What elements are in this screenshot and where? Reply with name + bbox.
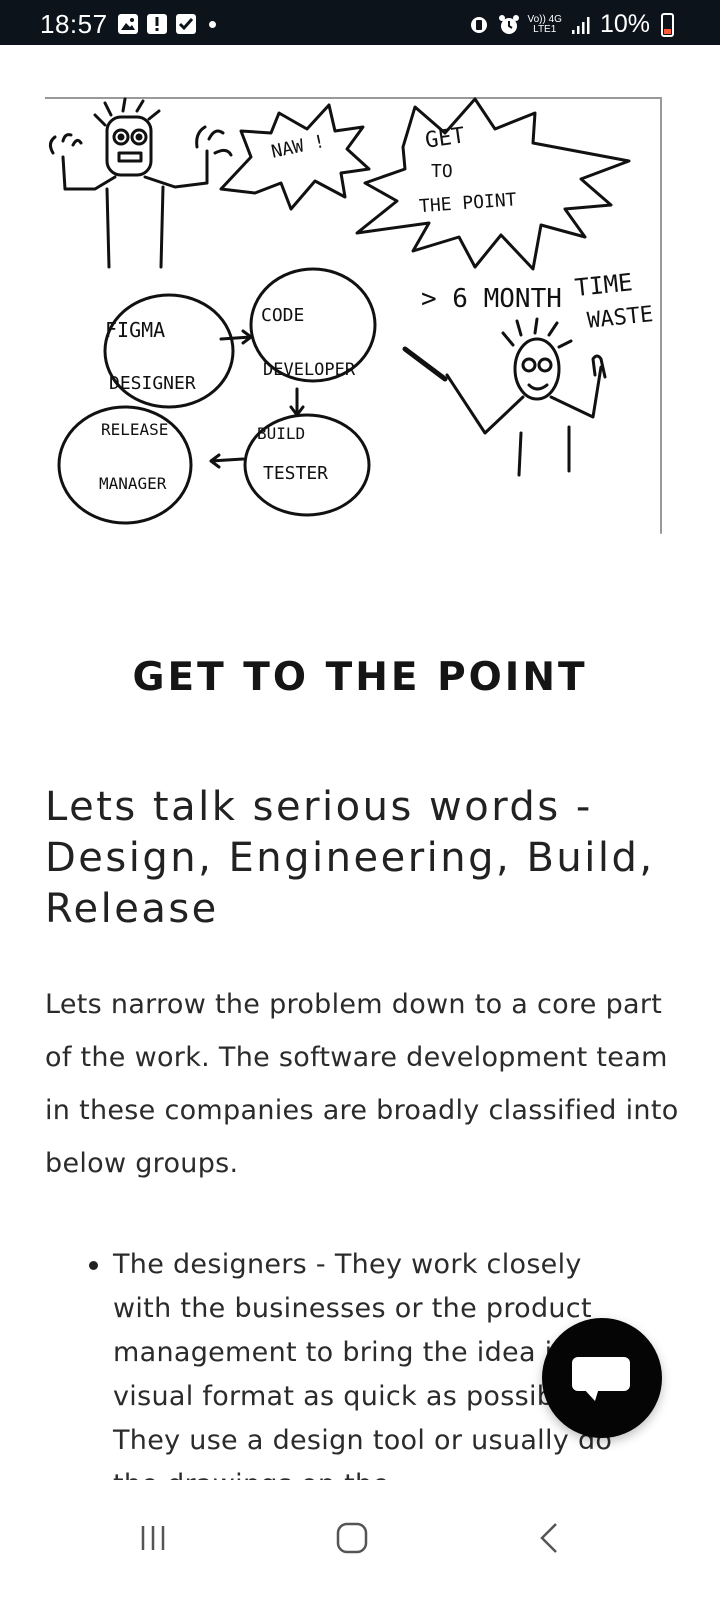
signal-icon xyxy=(571,14,591,36)
designer-text: DESIGNER xyxy=(109,373,196,394)
release-text: RELEASE xyxy=(101,420,168,439)
waste-text: WASTE xyxy=(586,302,654,334)
recent-apps-icon xyxy=(141,1526,165,1550)
home-icon xyxy=(336,1522,368,1554)
check-icon xyxy=(176,14,196,34)
alarm-icon xyxy=(498,14,520,36)
chat-button[interactable] xyxy=(542,1318,662,1438)
section-subheading: Lets talk serious words - Design, Engine… xyxy=(45,784,655,932)
to-text: TO xyxy=(431,161,453,182)
build-text: BUILD xyxy=(257,424,305,443)
tester-text: TESTER xyxy=(263,463,328,484)
figma-text: FIGMA xyxy=(105,318,165,342)
manager-text: MANAGER xyxy=(99,474,167,493)
network-bottom-label: LTE1 xyxy=(533,23,557,35)
alert-icon xyxy=(147,14,167,34)
notification-icons xyxy=(118,14,216,34)
recent-apps-button[interactable] xyxy=(124,1508,184,1568)
developer-text: DEVELOPER xyxy=(263,360,356,380)
time-text: TIME xyxy=(573,268,633,302)
status-bar: 18:57 Vo)) 4G LTE1 10% xyxy=(0,0,720,45)
sketch-drawing: NAW ! GET TO THE POINT > 6 MONTH TIME WA… xyxy=(44,97,662,534)
intro-paragraph: Lets narrow the problem down to a core p… xyxy=(45,989,679,1179)
back-icon xyxy=(540,1523,557,1553)
network-top-label: Vo)) 4G xyxy=(527,13,562,25)
battery-icon xyxy=(661,12,674,37)
pointing-person-figure xyxy=(402,317,607,477)
home-button[interactable] xyxy=(322,1508,382,1568)
six-month-text: > 6 MONTH xyxy=(421,284,562,314)
hero-illustration: NAW ! GET TO THE POINT > 6 MONTH TIME WA… xyxy=(44,97,675,545)
gallery-icon xyxy=(118,14,138,34)
navigation-bar xyxy=(0,1480,720,1600)
dot-icon xyxy=(209,20,216,28)
get-text: GET xyxy=(424,123,467,153)
back-button[interactable] xyxy=(520,1508,580,1568)
page-headline: GET TO THE POINT xyxy=(132,655,588,700)
naw-text: NAW ! xyxy=(269,131,326,163)
code-text: CODE xyxy=(261,305,304,326)
status-time: 18:57 xyxy=(40,9,108,39)
system-icons: Vo)) 4G LTE1 10% xyxy=(469,10,674,39)
shocked-person-figure xyxy=(48,97,233,269)
the-point-text: THE POINT xyxy=(418,189,517,217)
battery-saver-icon xyxy=(469,14,489,36)
battery-percent: 10% xyxy=(599,10,650,38)
network-indicator: Vo)) 4G LTE1 xyxy=(527,13,562,35)
